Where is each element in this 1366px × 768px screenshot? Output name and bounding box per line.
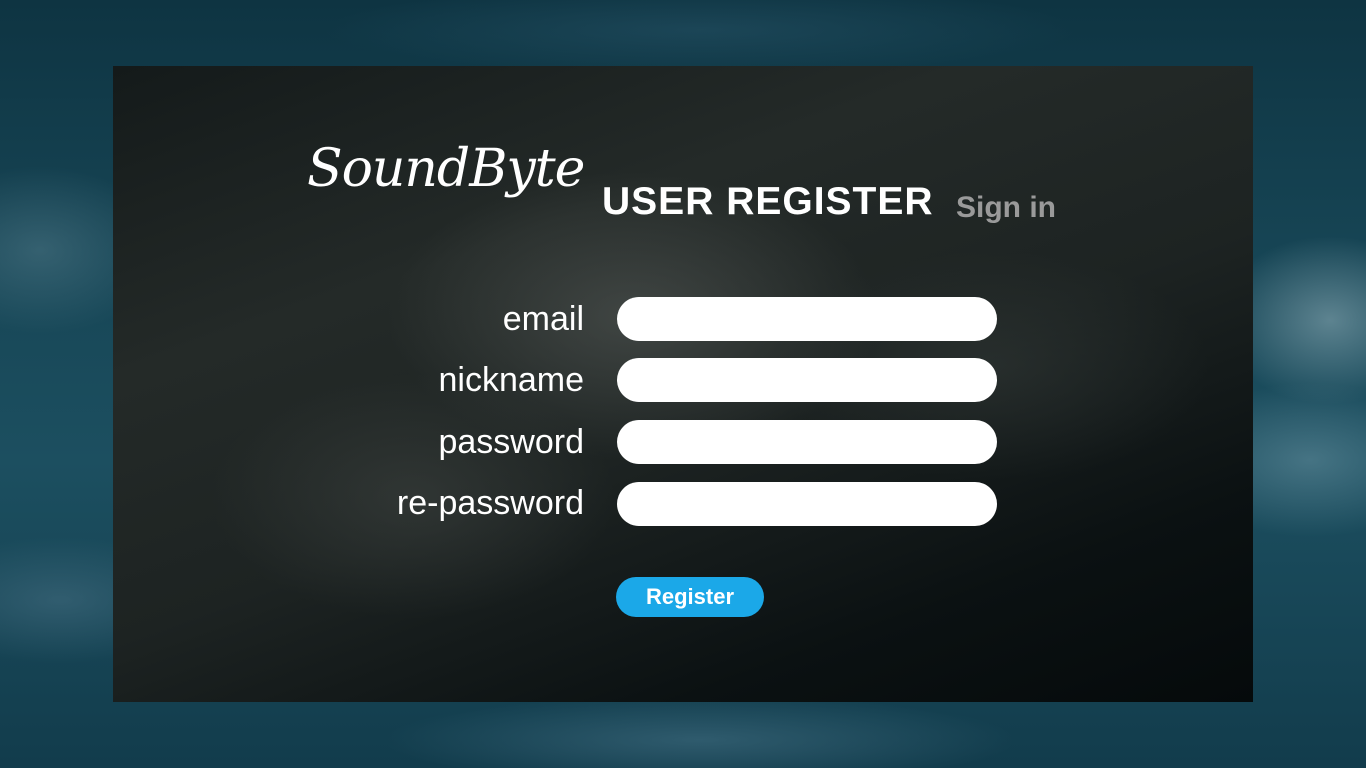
password-label: password — [438, 423, 584, 461]
page-title: USER REGISTER — [602, 180, 934, 223]
sign-in-link[interactable]: Sign in — [956, 193, 1056, 223]
re-password-label: re-password — [396, 484, 584, 522]
password-field[interactable] — [617, 420, 997, 464]
app-logo: SoundByte — [307, 139, 585, 199]
nickname-label: nickname — [438, 361, 584, 399]
re-password-field[interactable] — [617, 482, 997, 526]
register-button[interactable]: Register — [616, 577, 764, 617]
email-label: email — [502, 300, 584, 338]
email-field[interactable] — [617, 297, 997, 341]
nickname-field[interactable] — [617, 358, 997, 402]
